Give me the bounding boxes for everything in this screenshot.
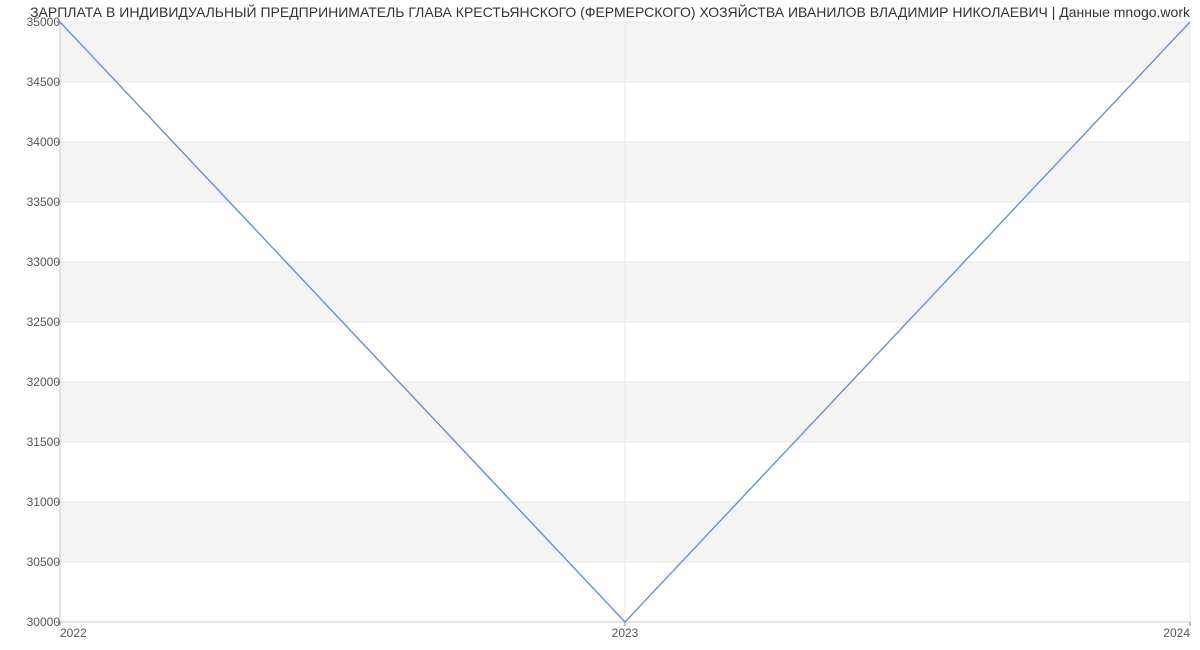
chart-svg (60, 22, 1190, 622)
y-tick-label: 31500 (5, 435, 60, 449)
y-tick-label: 31000 (5, 495, 60, 509)
x-tick-label: 2024 (1163, 626, 1190, 640)
y-tick-label: 34000 (5, 135, 60, 149)
y-tick-label: 30000 (5, 615, 60, 629)
plot-area (60, 22, 1190, 622)
y-tick-label: 34500 (5, 75, 60, 89)
y-tick-label: 32500 (5, 315, 60, 329)
chart-title: ЗАРПЛАТА В ИНДИВИДУАЛЬНЫЙ ПРЕДПРИНИМАТЕЛ… (10, 4, 1190, 20)
y-tick-label: 30500 (5, 555, 60, 569)
y-tick-label: 33000 (5, 255, 60, 269)
y-tick-label: 35000 (5, 15, 60, 29)
y-tick-label: 33500 (5, 195, 60, 209)
x-tick-label: 2022 (60, 626, 87, 640)
chart-container: ЗАРПЛАТА В ИНДИВИДУАЛЬНЫЙ ПРЕДПРИНИМАТЕЛ… (0, 0, 1200, 650)
y-tick-label: 32000 (5, 375, 60, 389)
x-tick-label: 2023 (612, 626, 639, 640)
